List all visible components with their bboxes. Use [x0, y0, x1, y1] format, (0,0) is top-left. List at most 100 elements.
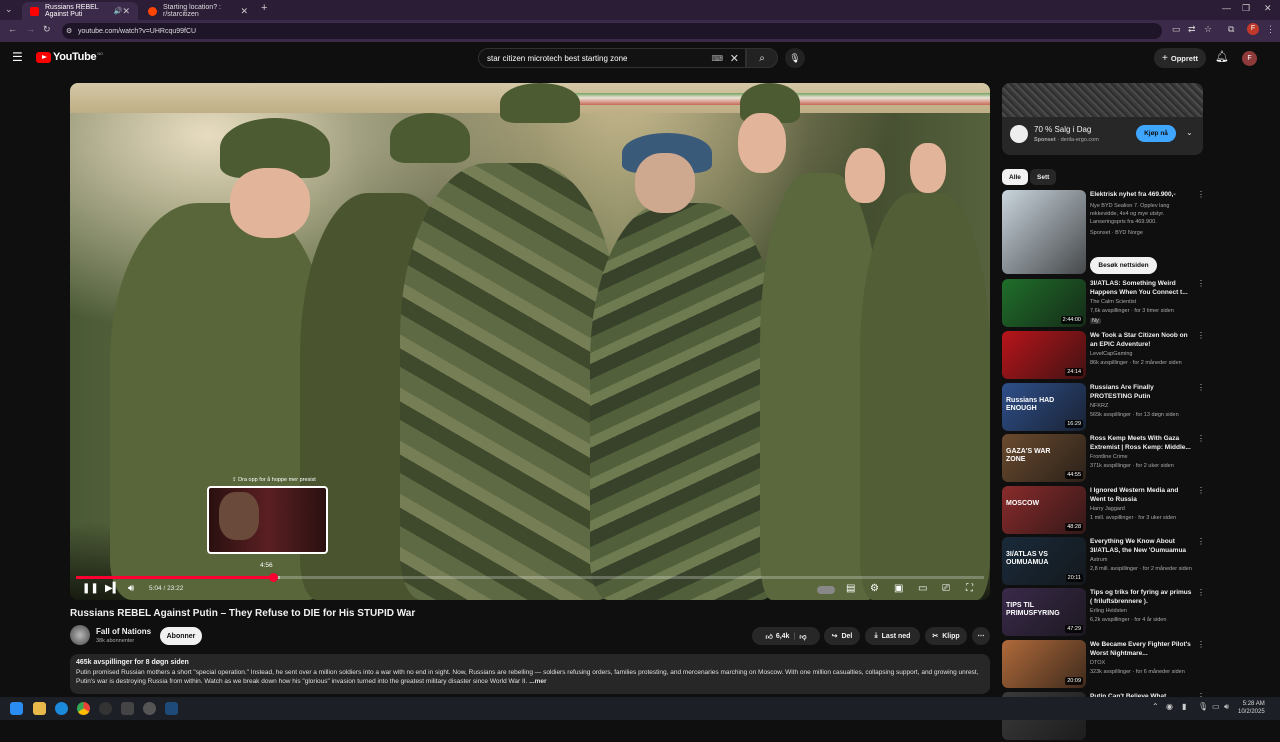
- recommendation-channel[interactable]: The Calm Scientist: [1090, 298, 1194, 306]
- recommendation-channel[interactable]: Frontline Crime: [1090, 453, 1194, 461]
- recommendation-title[interactable]: We Became Every Fighter Pilot's Worst Ni…: [1090, 640, 1194, 658]
- cast-icon[interactable]: ▭: [1172, 24, 1181, 35]
- minimize-icon[interactable]: —: [1222, 3, 1231, 13]
- recommendation-item[interactable]: 3I/ATLAS VS OUMUAMUA 20:11 Everything We K…: [1002, 537, 1205, 587]
- system-clock[interactable]: 5:28 AM 10/2/2025: [1238, 700, 1265, 716]
- next-icon[interactable]: ▶▍: [105, 583, 120, 594]
- app-icon[interactable]: [121, 702, 134, 715]
- recommendation-item[interactable]: GAZA'S WAR ZONE 44:55 Ross Kemp Meets With…: [1002, 434, 1205, 484]
- bookmark-star-icon[interactable]: ☆: [1204, 24, 1212, 35]
- clip-button[interactable]: ✂ Klipp: [925, 627, 967, 645]
- more-options-icon[interactable]: ⋮: [1197, 434, 1205, 443]
- volume-icon[interactable]: 🔊︎: [128, 583, 134, 594]
- more-options-icon[interactable]: ⋮: [1197, 383, 1205, 392]
- autoplay-toggle[interactable]: [817, 586, 835, 594]
- channel-name[interactable]: Fall of Nations: [96, 627, 151, 636]
- tab-youtube[interactable]: Russians REBEL Against Puti 🔊 ✕: [22, 2, 138, 20]
- thumbs-down-icon[interactable]: 👎︎: [799, 632, 806, 641]
- back-icon[interactable]: ←: [8, 24, 17, 34]
- more-options-icon[interactable]: ⋮: [1197, 279, 1205, 288]
- more-actions-button[interactable]: ⋯: [972, 627, 990, 645]
- account-avatar[interactable]: F: [1242, 51, 1257, 66]
- more-options-icon[interactable]: ⋮: [1197, 537, 1205, 546]
- speaker-icon[interactable]: 🔊: [114, 7, 123, 15]
- pause-icon[interactable]: ❚❚: [82, 583, 99, 594]
- share-button[interactable]: ↪ Del: [824, 627, 860, 645]
- notifications-bell-icon[interactable]: 🔔︎: [1215, 50, 1229, 63]
- edge-icon[interactable]: [55, 702, 68, 715]
- tab-reddit[interactable]: Starting location? : r/starcitizen ✕: [140, 2, 256, 20]
- tray-app-icon[interactable]: ▮: [1182, 702, 1186, 711]
- recommendation-channel[interactable]: DTOX: [1090, 659, 1194, 667]
- more-options-icon[interactable]: ⋮: [1197, 486, 1205, 495]
- recommendation-title[interactable]: We Took a Star Citizen Noob on an EPIC A…: [1090, 331, 1194, 349]
- video-thumbnail[interactable]: 2:44:00: [1002, 279, 1086, 327]
- sponsored-recommendation[interactable]: Elektrisk nyhet fra 469.900,- Nye BYD Sea…: [1002, 190, 1205, 276]
- fullscreen-icon[interactable]: ⛶: [966, 583, 973, 594]
- menu-dots-icon[interactable]: ⋮: [1266, 24, 1275, 35]
- show-more-link[interactable]: ...mer: [529, 678, 546, 685]
- reload-icon[interactable]: ↻: [43, 24, 51, 35]
- file-explorer-icon[interactable]: [33, 702, 46, 715]
- sponsored-ad-card[interactable]: 70 % Salg i Dag Sponset · derila-ergo.co…: [1002, 83, 1203, 155]
- ad-buy-button[interactable]: Kjøp nå: [1136, 125, 1176, 142]
- recommendation-channel[interactable]: LevelCapGaming: [1090, 350, 1194, 358]
- recommendation-title[interactable]: 3I/ATLAS: Something Weird Happens When Y…: [1090, 279, 1194, 297]
- volume-icon[interactable]: 🔊︎: [1224, 702, 1229, 712]
- video-thumbnail[interactable]: GAZA'S WAR ZONE 44:55: [1002, 434, 1086, 482]
- like-button[interactable]: 👍︎ 6,4k: [765, 632, 789, 641]
- tab-search-icon[interactable]: ⌄: [5, 4, 13, 15]
- close-tab-icon[interactable]: ✕: [240, 6, 248, 17]
- recommendation-title[interactable]: Russians Are Finally PROTESTING Putin: [1090, 383, 1194, 401]
- recommendation-title[interactable]: Elektrisk nyhet fra 469.900,-: [1090, 190, 1194, 199]
- recommendation-item[interactable]: 20:09 We Became Every Fighter Pilot's Wor…: [1002, 640, 1205, 690]
- recommendation-channel[interactable]: Astrum: [1090, 556, 1194, 564]
- recommendation-item[interactable]: Russians HAD ENOUGH 16:29 Russians Are Fin…: [1002, 383, 1205, 433]
- progress-bar[interactable]: [76, 573, 984, 582]
- recommendation-title[interactable]: Tips og triks for fyring av primus ( fri…: [1090, 588, 1194, 606]
- recommendation-channel[interactable]: NFKRZ: [1090, 402, 1194, 410]
- network-icon[interactable]: ▭: [1212, 702, 1220, 711]
- close-tab-icon[interactable]: ✕: [122, 6, 130, 17]
- maximize-icon[interactable]: ❐: [1242, 3, 1250, 14]
- more-options-icon[interactable]: ⋮: [1197, 190, 1205, 199]
- recommendation-title[interactable]: Ross Kemp Meets With Gaza Extremist | Ro…: [1090, 434, 1194, 452]
- chip-watched[interactable]: Sett: [1030, 169, 1057, 185]
- video-thumbnail[interactable]: Russians HAD ENOUGH 16:29: [1002, 383, 1086, 431]
- app-icon[interactable]: [99, 702, 112, 715]
- video-thumbnail[interactable]: [1002, 190, 1086, 274]
- video-thumbnail[interactable]: 3I/ATLAS VS OUMUAMUA 20:11: [1002, 537, 1086, 585]
- hamburger-menu-icon[interactable]: ☰: [12, 50, 23, 64]
- extensions-icon[interactable]: ⧉: [1228, 24, 1234, 35]
- microphone-icon[interactable]: 🎙: [1198, 702, 1208, 711]
- settings-gear-icon[interactable]: ⚙: [870, 583, 879, 594]
- miniplayer-icon[interactable]: ▣: [894, 583, 903, 594]
- search-button[interactable]: ⌕: [746, 48, 778, 68]
- chip-all[interactable]: Alle: [1002, 169, 1028, 185]
- subtitles-icon[interactable]: ▤: [846, 583, 855, 594]
- tray-app-icon[interactable]: ◉: [1166, 702, 1173, 711]
- site-info-icon[interactable]: ⚙: [66, 27, 72, 35]
- search-input[interactable]: star citizen microtech best starting zon…: [478, 48, 746, 68]
- more-options-icon[interactable]: ⋮: [1197, 640, 1205, 649]
- visit-website-button[interactable]: Besøk nettsiden: [1090, 257, 1157, 274]
- more-options-icon[interactable]: ⋮: [1197, 588, 1205, 597]
- chevron-down-icon[interactable]: ⌄: [1186, 128, 1193, 137]
- translate-icon[interactable]: ⇄: [1188, 24, 1196, 35]
- recommendation-item[interactable]: TIPS TIL PRIMUSFYRING 47:29 Tips og triks …: [1002, 588, 1205, 638]
- keyboard-icon[interactable]: ⌨: [711, 54, 723, 63]
- chrome-icon[interactable]: [77, 702, 90, 715]
- tray-chevron-icon[interactable]: ⌃: [1152, 702, 1159, 711]
- forward-icon[interactable]: →: [26, 24, 35, 34]
- cast-icon[interactable]: ⎚: [942, 583, 950, 594]
- recommendation-channel[interactable]: Harry Jaggard: [1090, 505, 1194, 513]
- scrubber-knob[interactable]: [268, 573, 278, 582]
- video-thumbnail[interactable]: TIPS TIL PRIMUSFYRING 47:29: [1002, 588, 1086, 636]
- video-thumbnail[interactable]: 24:14: [1002, 331, 1086, 379]
- more-options-icon[interactable]: ⋮: [1197, 331, 1205, 340]
- recommendation-title[interactable]: Everything We Know About 3I/ATLAS, the N…: [1090, 537, 1194, 555]
- recommendation-item[interactable]: 2:44:00 3I/ATLAS: Something Weird Happens…: [1002, 279, 1205, 329]
- theater-mode-icon[interactable]: ▭: [918, 583, 927, 594]
- video-thumbnail[interactable]: MOSCOW 48:28: [1002, 486, 1086, 534]
- close-window-icon[interactable]: ✕: [1264, 3, 1272, 14]
